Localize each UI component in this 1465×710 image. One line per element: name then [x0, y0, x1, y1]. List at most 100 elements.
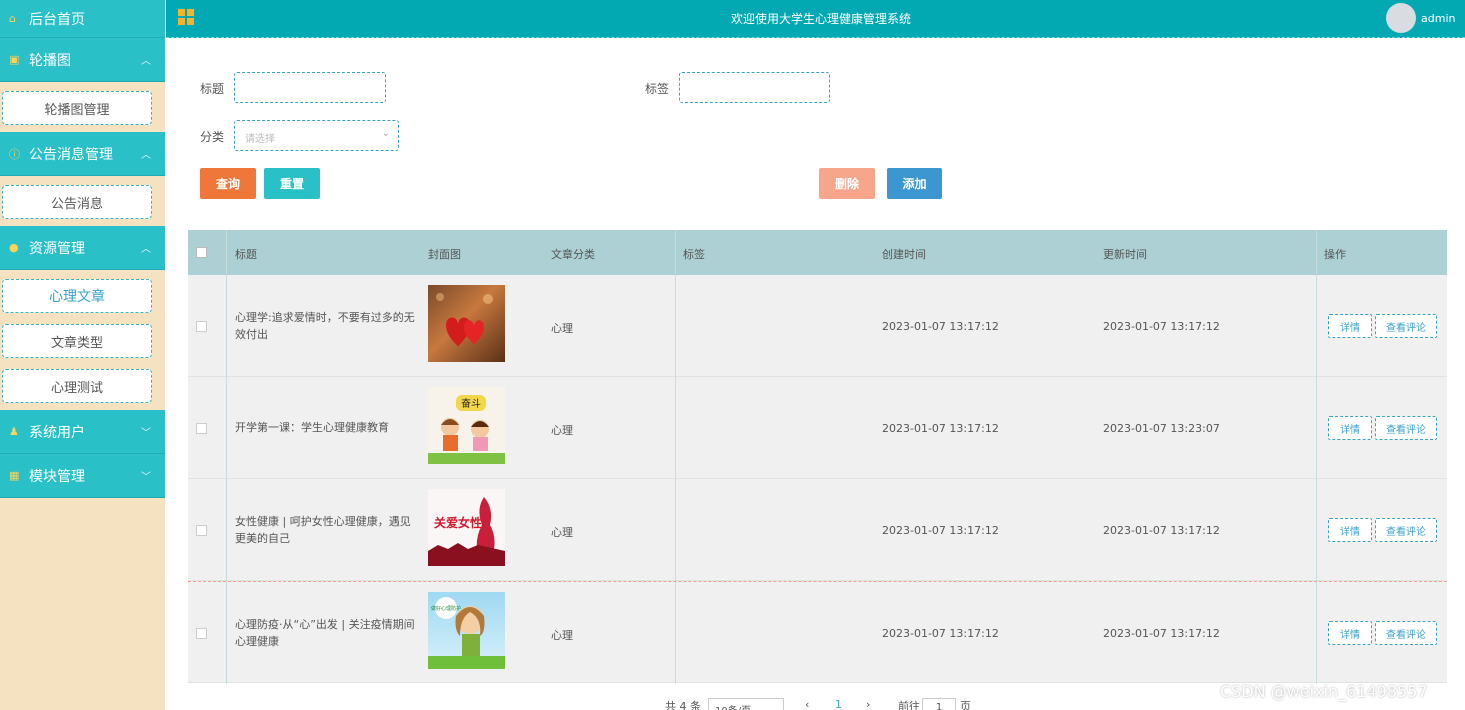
sidebar-group-label: 模块管理 [29, 468, 85, 485]
cover-image: 关爱女性 [428, 489, 505, 566]
row-title: 女性健康 | 呵护女性心理健康，遇见更美的自己 [235, 515, 411, 545]
column-header[interactable]: 封面图 [428, 246, 461, 262]
info-icon: ⓘ [9, 147, 20, 161]
avatar[interactable] [1386, 3, 1416, 33]
page-size-select[interactable]: 10条/页 [708, 698, 784, 710]
goto-label: 前往 [898, 700, 920, 710]
category-select[interactable]: 请选择 ⌄ [234, 120, 399, 151]
select-all-checkbox[interactable] [196, 247, 207, 258]
goto-page-input[interactable]: 1 [922, 698, 956, 710]
tag-input[interactable] [679, 72, 830, 103]
hearts-image [436, 293, 493, 347]
detail-button[interactable]: 详情 [1328, 621, 1372, 645]
image-icon: ▣ [9, 53, 20, 66]
user-icon: ♟ [9, 425, 19, 438]
row-checkbox[interactable] [196, 423, 207, 434]
sidebar-group-label: 轮播图 [29, 52, 71, 69]
girl-cartoon-image: 做好心理防护 [428, 597, 505, 669]
row-category: 心理 [551, 322, 573, 335]
sidebar-home[interactable]: ⌂ 后台首页 [0, 0, 165, 38]
column-header[interactable]: 创建时间 [882, 246, 926, 262]
category-placeholder: 请选择 [245, 134, 275, 145]
cover-text: 关爱女性 [434, 515, 482, 530]
chevron-down-icon: ﹀ [141, 472, 151, 483]
page-number[interactable]: 1 [835, 698, 842, 710]
table-row: 开学第一课：学生心理健康教育 奋斗 心理 2023-01-07 13:17:12… [188, 377, 1447, 479]
cover-image: 奋斗 [428, 387, 505, 464]
sidebar-group-label: 公告消息管理 [29, 146, 113, 163]
cover-text: 奋斗 [461, 397, 481, 410]
row-title: 心理学:追求爱情时，不要有过多的无效付出 [235, 311, 415, 341]
chevron-up-icon: ︿ [141, 56, 151, 67]
sidebar-group-resource[interactable]: ● 资源管理 ︿ [0, 226, 165, 270]
row-category: 心理 [551, 526, 573, 539]
page-unit-label: 页 [960, 700, 971, 710]
row-category: 心理 [551, 629, 573, 642]
cartoon-image: 奋斗 [428, 395, 505, 464]
title-label: 标题 [200, 82, 225, 96]
detail-button[interactable]: 详情 [1328, 518, 1372, 542]
chevron-down-icon: ⌄ [381, 128, 390, 139]
column-header[interactable]: 标签 [683, 246, 705, 262]
row-title: 心理防疫·从“心”出发 | 关注疫情期间心理健康 [235, 618, 415, 648]
pager-total: 共 4 条 [665, 700, 701, 710]
delete-button[interactable]: 删除 [819, 168, 875, 199]
cover-image: 做好心理防护 [428, 592, 505, 669]
page-title: 欢迎使用大学生心理健康管理系统 [730, 12, 911, 26]
row-updated: 2023-01-07 13:17:12 [1103, 320, 1220, 333]
column-header[interactable]: 标题 [235, 246, 257, 262]
column-header[interactable]: 操作 [1324, 246, 1346, 262]
sidebar-group-modules[interactable]: ▦ 模块管理 ﹀ [0, 454, 165, 498]
sidebar-group-notice[interactable]: ⓘ 公告消息管理 ︿ [0, 132, 165, 176]
chevron-down-icon: ﹀ [141, 428, 151, 439]
row-updated: 2023-01-07 13:17:12 [1103, 627, 1220, 640]
sidebar-home-label: 后台首页 [29, 11, 85, 28]
sidebar-group-label: 资源管理 [29, 240, 85, 257]
watermark: CSDN @weixin_61498557 [1220, 682, 1428, 701]
view-comments-button[interactable]: 查看评论 [1375, 518, 1437, 542]
row-updated: 2023-01-07 13:17:12 [1103, 524, 1220, 537]
cover-text: 做好心理防护 [431, 605, 461, 612]
grid-icon: ▦ [9, 469, 20, 482]
category-label: 分类 [200, 130, 225, 144]
username[interactable]: admin [1421, 12, 1455, 25]
row-checkbox[interactable] [196, 321, 207, 332]
reset-button[interactable]: 重置 [264, 168, 320, 199]
row-checkbox[interactable] [196, 525, 207, 536]
view-comments-button[interactable]: 查看评论 [1375, 416, 1437, 440]
sidebar-group-label: 系统用户 [29, 424, 85, 441]
detail-button[interactable]: 详情 [1328, 314, 1372, 338]
column-header[interactable]: 更新时间 [1103, 246, 1147, 262]
sidebar-group-carousel[interactable]: ▣ 轮播图 ︿ [0, 38, 165, 82]
row-created: 2023-01-07 13:17:12 [882, 627, 999, 640]
cover-image [428, 285, 505, 362]
sidebar-item-psych-test[interactable]: 心理测试 [2, 369, 152, 403]
next-page-icon[interactable]: › [866, 698, 870, 710]
women-care-image: 关爱女性 [428, 497, 505, 566]
row-category: 心理 [551, 424, 573, 437]
detail-button[interactable]: 详情 [1328, 416, 1372, 440]
sidebar-item-carousel-manage[interactable]: 轮播图管理 [2, 91, 152, 125]
topbar: 欢迎使用大学生心理健康管理系统 admin [166, 0, 1465, 38]
column-header[interactable]: 文章分类 [551, 246, 595, 262]
prev-page-icon[interactable]: ‹ [805, 698, 809, 710]
query-button[interactable]: 查询 [200, 168, 256, 199]
chevron-up-icon: ︿ [141, 244, 151, 255]
sidebar-item-articles[interactable]: 心理文章 [2, 279, 152, 313]
view-comments-button[interactable]: 查看评论 [1375, 621, 1437, 645]
table-row: 心理学:追求爱情时，不要有过多的无效付出 心理 2023-01-07 13:17… [188, 275, 1447, 377]
table-row: 心理防疫·从“心”出发 | 关注疫情期间心理健康 做好心理防护 心理 2023-… [188, 581, 1447, 684]
home-icon: ⌂ [9, 12, 16, 25]
sidebar-group-users[interactable]: ♟ 系统用户 ﹀ [0, 410, 165, 454]
sidebar: ⌂ 后台首页 ▣ 轮播图 ︿ 轮播图管理 ⓘ 公告消息管理 ︿ 公告消息 ● 资… [0, 0, 165, 710]
view-comments-button[interactable]: 查看评论 [1375, 314, 1437, 338]
add-button[interactable]: 添加 [887, 168, 942, 199]
row-checkbox[interactable] [196, 628, 207, 639]
chevron-up-icon: ︿ [141, 150, 151, 161]
row-updated: 2023-01-07 13:23:07 [1103, 422, 1220, 435]
sidebar-item-article-types[interactable]: 文章类型 [2, 324, 152, 358]
sidebar-item-notice[interactable]: 公告消息 [2, 185, 152, 219]
table-header: 标题 封面图 文章分类 标签 创建时间 更新时间 操作 [188, 230, 1447, 275]
title-input[interactable] [234, 72, 386, 103]
table-row: 女性健康 | 呵护女性心理健康，遇见更美的自己 关爱女性 心理 2023-01-… [188, 479, 1447, 581]
